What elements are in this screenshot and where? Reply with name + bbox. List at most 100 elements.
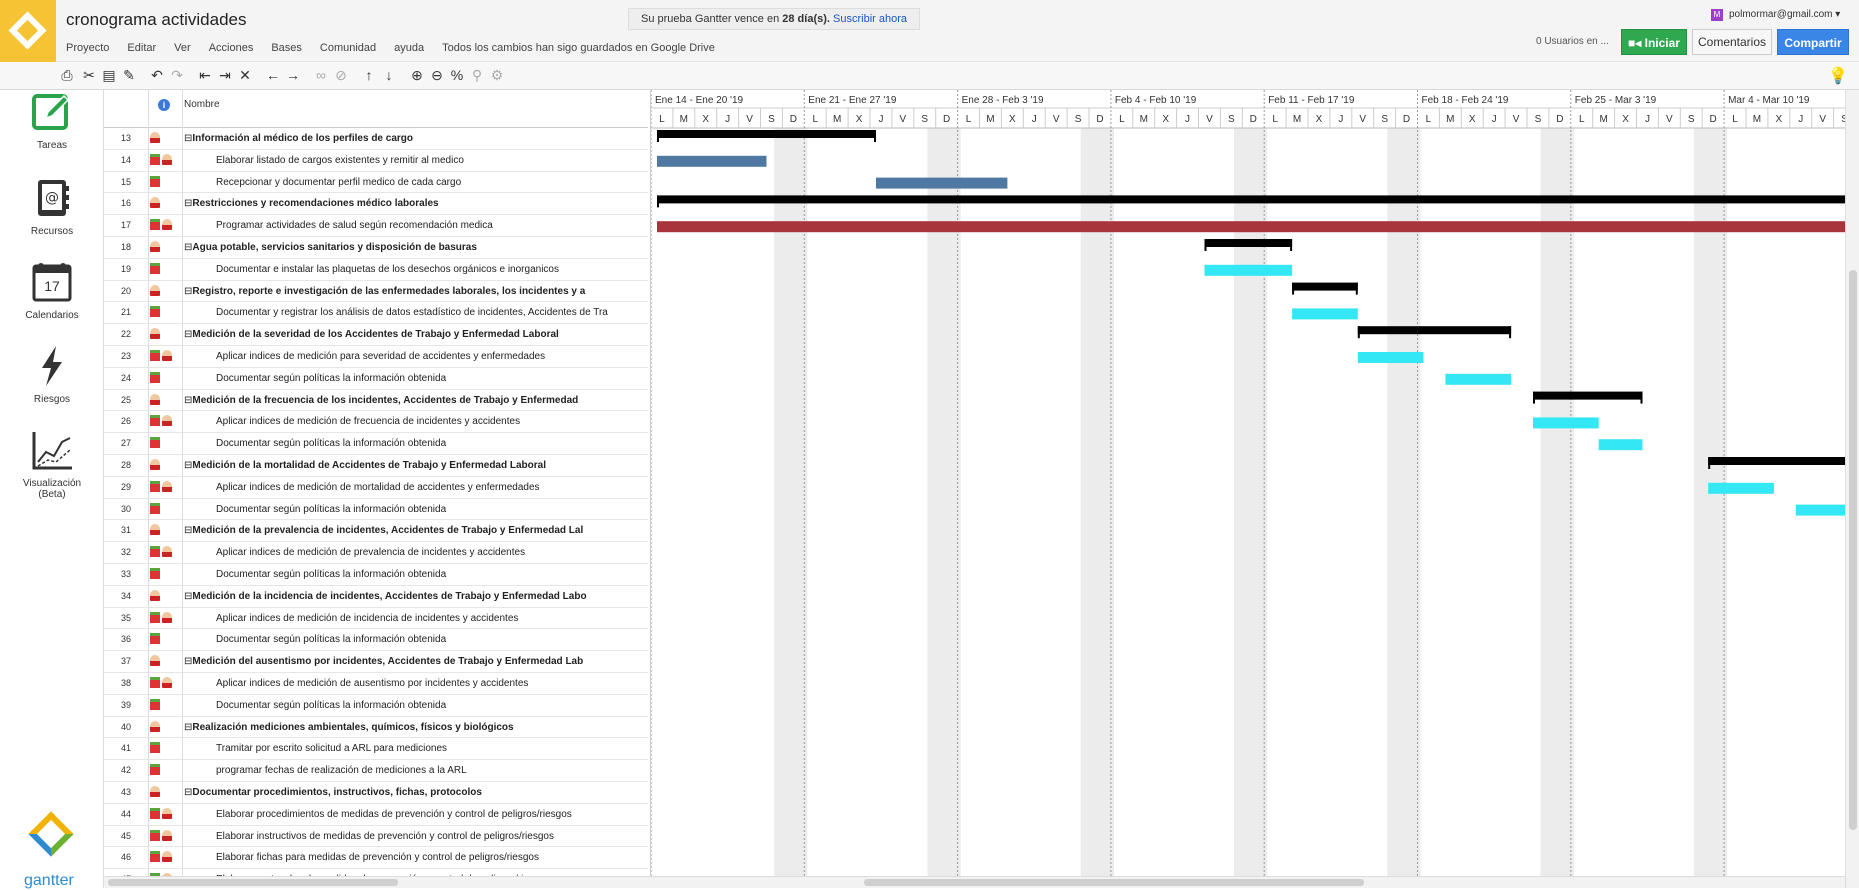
column-header-nombre[interactable]: Nombre [184,99,220,110]
menu-ayuda[interactable]: ayuda [394,42,424,54]
format-painter-icon[interactable]: ✎ [120,66,138,84]
table-row[interactable]: 33 Documentar según políticas la informac… [104,564,648,586]
table-row[interactable]: 24 Documentar según políticas la informac… [104,368,648,390]
delete-task-icon[interactable]: ✕ [236,66,254,84]
task-name[interactable]: Documentar según políticas la informació… [184,504,644,515]
task-bar[interactable] [657,221,1845,233]
summary-task-name[interactable]: ⊟Agua potable, servicios sanitarios y di… [184,242,644,253]
task-name[interactable]: Documentar según políticas la informació… [184,634,644,645]
sidebar-item-riesgos[interactable]: Riesgos [0,344,104,405]
table-row[interactable]: 30 Documentar según políticas la informac… [104,499,648,521]
grid-scroll-thumb[interactable] [108,879,398,886]
share-button[interactable]: Compartir [1777,29,1849,55]
table-row[interactable]: 28 ⊟Medición de la mortalidad de Accident… [104,455,648,477]
table-row[interactable]: 31 ⊟Medición de la prevalencia de inciden… [104,520,648,543]
task-name[interactable]: Elaborar procedimientos de medidas de pr… [184,809,644,820]
summary-bar[interactable] [1204,239,1293,247]
summary-task-name[interactable]: ⊟Realización mediciones ambientales, quí… [184,722,644,733]
menu-proyecto[interactable]: Proyecto [66,42,109,54]
summary-task-name[interactable]: ⊟Registro, reporte e investigación de la… [184,286,644,297]
assign-resource-icon[interactable]: ⚲ [468,66,486,84]
user-account[interactable]: Mpolmormar@gmail.com ▾ [1711,9,1840,21]
task-name[interactable]: Documentar según políticas la informació… [184,373,644,384]
task-name[interactable]: Documentar y registrar los análisis de d… [184,307,644,318]
task-name[interactable]: Documentar e instalar las plaquetas de l… [184,264,644,275]
menu-ver[interactable]: Ver [174,42,191,54]
task-name[interactable]: Aplicar indices de medición para severid… [184,351,644,362]
task-name[interactable]: Elaborar instructivos de medidas de prev… [184,831,644,842]
table-row[interactable]: 44 Elaborar procedimientos de medidas de … [104,804,648,826]
summary-bar[interactable] [1292,282,1358,291]
table-row[interactable]: 39 Documentar según políticas la informac… [104,695,648,717]
table-row[interactable]: 26 Aplicar indices de medición de frecuen… [104,411,648,434]
summary-task-name[interactable]: ⊟Medición de la severidad de los Acciden… [184,329,644,340]
table-row[interactable]: 41 Tramitar por escrito solicitud a ARL p… [104,738,648,761]
cut-icon[interactable]: ✂ [80,66,98,84]
table-row[interactable]: 27 Documentar según políticas la informac… [104,433,648,455]
summary-task-name[interactable]: ⊟Medición de la incidencia de incidentes… [184,591,644,602]
table-row[interactable]: 40 ⊟Realización mediciones ambientales, q… [104,717,648,739]
table-row[interactable]: 16 ⊟Restricciones y recomendaciones médic… [104,193,648,216]
table-row[interactable]: 47Elaborar protocolos de medidas de prev… [104,869,648,876]
summary-task-name[interactable]: ⊟Medición de la frecuencia de los incide… [184,395,644,406]
task-bar[interactable] [1533,417,1599,429]
task-name[interactable]: Aplicar indices de medición de mortalida… [184,482,644,493]
gantter-brand[interactable]: gantter [22,811,82,889]
lightbulb-icon[interactable]: 💡 [1828,66,1848,86]
menu-editar[interactable]: Editar [127,42,156,54]
table-row[interactable]: 35 Aplicar indices de medición de inciden… [104,608,648,630]
sidebar-item-calendarios[interactable]: 17 Calendarios [0,260,104,321]
table-row[interactable]: 15 Recepcionar y documentar perfil medico… [104,172,648,194]
table-row[interactable]: 13 ⊟Información al médico de los perfiles… [104,128,648,150]
link-icon[interactable]: ∞ [312,66,330,84]
summary-bar[interactable] [657,130,876,138]
table-row[interactable]: 32 Aplicar indices de medición de prevale… [104,542,648,564]
undo-icon[interactable]: ↶ [148,66,166,84]
resource-settings-icon[interactable]: ⚙ [488,66,506,84]
task-name[interactable]: Elaborar listado de cargos existentes y … [184,155,644,166]
indent-icon[interactable]: ⇥ [216,66,234,84]
table-row[interactable]: 36 Documentar según políticas la informac… [104,629,648,652]
task-name[interactable]: Documentar según políticas la informació… [184,438,644,449]
table-row[interactable]: 34 ⊟Medición de la incidencia de incident… [104,586,648,608]
comments-button[interactable]: Comentarios [1692,29,1772,55]
start-meeting-button[interactable]: ■◂ Iniciar [1621,29,1687,55]
vertical-scroll-thumb[interactable] [1849,270,1857,830]
task-name[interactable]: Elaborar fichas para medidas de prevenci… [184,852,644,863]
percent-icon[interactable]: % [448,66,466,84]
info-icon[interactable]: i [158,99,170,111]
task-bar[interactable] [1708,482,1774,494]
task-bar[interactable] [1445,373,1512,385]
menu-comunidad[interactable]: Comunidad [320,42,376,54]
vertical-scrollbar[interactable] [1845,90,1859,888]
task-name[interactable]: Aplicar indices de medición de prevalenc… [184,547,644,558]
summary-task-name[interactable]: ⊟Información al médico de los perfiles d… [184,133,644,144]
table-row[interactable]: 37 ⊟Medición del ausentismo por incidente… [104,651,648,673]
task-bar[interactable] [1357,352,1424,363]
table-row[interactable]: 29 Aplicar indices de medición de mortali… [104,477,648,499]
paste-icon[interactable]: ▤ [100,66,118,84]
zoom-in-icon[interactable]: ⊕ [408,66,426,84]
task-bar[interactable] [657,155,767,167]
table-row[interactable]: 14 Elaborar listado de cargos existentes … [104,150,648,172]
menu-acciones[interactable]: Acciones [209,42,254,54]
summary-bar[interactable] [1357,326,1512,335]
table-row[interactable]: 42 programar fechas de realización de med… [104,760,648,782]
outdent-icon[interactable]: ⇤ [196,66,214,84]
table-row[interactable]: 19 Documentar e instalar las plaquetas de… [104,259,648,281]
summary-task-name[interactable]: ⊟Medición del ausentismo por incidentes,… [184,656,644,667]
table-row[interactable]: 46 Elaborar fichas para medidas de preven… [104,847,648,870]
subscribe-link[interactable]: Suscribir ahora [833,13,907,25]
redo-icon[interactable]: ↷ [168,66,186,84]
zoom-out-icon[interactable]: ⊖ [428,66,446,84]
table-row[interactable]: 20 ⊟Registro, reporte e investigación de … [104,281,648,303]
table-row[interactable]: 45 Elaborar instructivos de medidas de pr… [104,826,648,848]
sidebar-item-recursos[interactable]: @ Recursos [0,176,104,237]
table-row[interactable]: 43 ⊟Documentar procedimientos, instructiv… [104,782,648,804]
table-row[interactable]: 38 Aplicar indices de medición de ausenti… [104,673,648,695]
task-bar[interactable] [1598,439,1643,451]
task-name[interactable]: Tramitar por escrito solicitud a ARL par… [184,743,644,754]
task-bar[interactable] [1204,264,1293,276]
task-name[interactable]: Documentar según políticas la informació… [184,569,644,580]
table-row[interactable]: 25 ⊟Medición de la frecuencia de los inci… [104,390,648,412]
